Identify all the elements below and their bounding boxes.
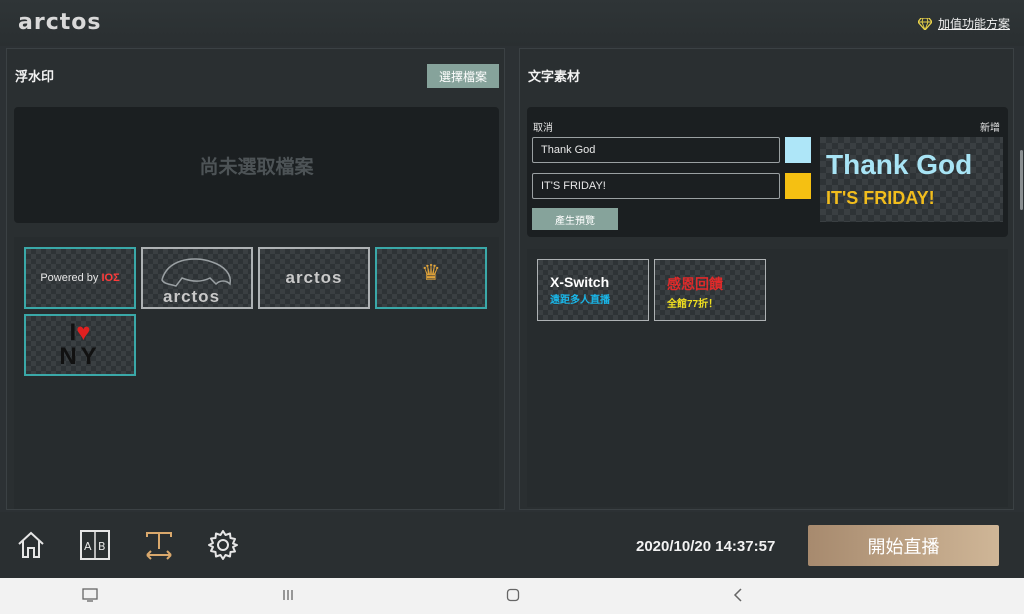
back-icon[interactable] xyxy=(733,588,743,602)
diamond-icon xyxy=(917,17,932,30)
preview-line2: IT'S FRIDAY! xyxy=(826,188,935,208)
text-item-subtitle: 遠距多人直播 xyxy=(550,295,610,306)
home-icon[interactable] xyxy=(15,529,47,561)
ios-brand-text: IOΣ xyxy=(101,272,120,284)
system-navigation-bar xyxy=(0,578,1024,614)
settings-gear-icon[interactable] xyxy=(207,529,239,561)
line1-color-swatch[interactable] xyxy=(785,137,811,163)
select-file-button[interactable]: 選擇檔案 xyxy=(427,64,499,88)
cancel-button[interactable]: 取消 xyxy=(533,119,553,134)
recent-apps-icon[interactable] xyxy=(282,589,294,601)
add-button[interactable]: 新增 xyxy=(980,119,1000,134)
watermark-panel: 浮水印 選擇檔案 尚未選取檔案 Powered by IOΣ arctos ar… xyxy=(6,48,505,510)
watermark-title: 浮水印 xyxy=(15,69,55,84)
watermark-thumb-arctos[interactable]: arctos xyxy=(258,247,370,309)
watermark-thumbnail-list: Powered by IOΣ arctos arctos ♛ I♥ NY xyxy=(14,237,499,509)
watermark-thumb-crown[interactable]: ♛ xyxy=(375,247,487,309)
app-header: arctos 加值功能方案 xyxy=(0,0,1024,46)
text-material-title: 文字素材 xyxy=(528,69,581,84)
text-preview: Thank God IT'S FRIDAY! xyxy=(820,137,1003,222)
svg-text:A: A xyxy=(84,540,92,553)
crown-icon: ♛ xyxy=(421,260,441,285)
watermark-thumb-bear[interactable]: arctos xyxy=(141,247,253,309)
text-editor: 取消 新增 產生預覽 Thank God IT'S FRIDAY! xyxy=(527,107,1008,237)
line1-input[interactable] xyxy=(532,137,780,163)
text-item-x-switch[interactable]: X-Switch 遠距多人直播 xyxy=(537,259,649,321)
text-material-panel: 文字素材 取消 新增 產生預覽 Thank God IT'S FRIDAY! X… xyxy=(519,48,1014,510)
current-datetime: 2020/10/20 14:37:57 xyxy=(636,538,776,555)
svg-text:B: B xyxy=(98,540,106,553)
addon-plan-link[interactable]: 加值功能方案 xyxy=(917,15,1010,32)
text-item-title: 感恩回饋 xyxy=(667,276,723,292)
file-preview-area: 尚未選取檔案 xyxy=(14,107,499,223)
text-material-list: X-Switch 遠距多人直播 感恩回饋 全館77折！ xyxy=(527,249,1008,507)
screen-icon[interactable] xyxy=(82,588,98,602)
addon-plan-label: 加值功能方案 xyxy=(937,17,1010,31)
arctos-logo-text: arctos xyxy=(285,268,343,287)
home-nav-icon[interactable] xyxy=(506,588,520,602)
watermark-thumb-i-love-ny[interactable]: I♥ NY xyxy=(24,314,136,376)
generate-preview-button[interactable]: 產生預覽 xyxy=(532,208,618,230)
preview-line1: Thank God xyxy=(826,149,973,180)
start-live-button[interactable]: 開始直播 xyxy=(808,525,999,566)
watermark-thumb-powered-by[interactable]: Powered by IOΣ xyxy=(24,247,136,309)
app-logo: arctos xyxy=(18,10,102,35)
bottom-toolbar: A B 2020/10/20 14:37:57 開始直播 xyxy=(0,512,1024,578)
text-tool-icon[interactable] xyxy=(143,529,175,561)
line2-color-swatch[interactable] xyxy=(785,173,811,199)
heart-icon: ♥ xyxy=(76,319,91,346)
ab-layout-icon[interactable]: A B xyxy=(79,529,111,561)
no-file-text: 尚未選取檔案 xyxy=(199,156,314,178)
bear-logo-text: arctos xyxy=(163,287,221,306)
text-item-subtitle: 全館77折！ xyxy=(667,299,719,310)
ny-text: NY xyxy=(59,343,101,370)
scrollbar[interactable] xyxy=(1020,150,1023,210)
text-item-thanks[interactable]: 感恩回饋 全館77折！ xyxy=(654,259,766,321)
powered-by-text: Powered by xyxy=(40,272,99,284)
line2-input[interactable] xyxy=(532,173,780,199)
text-item-title: X-Switch xyxy=(550,274,610,290)
